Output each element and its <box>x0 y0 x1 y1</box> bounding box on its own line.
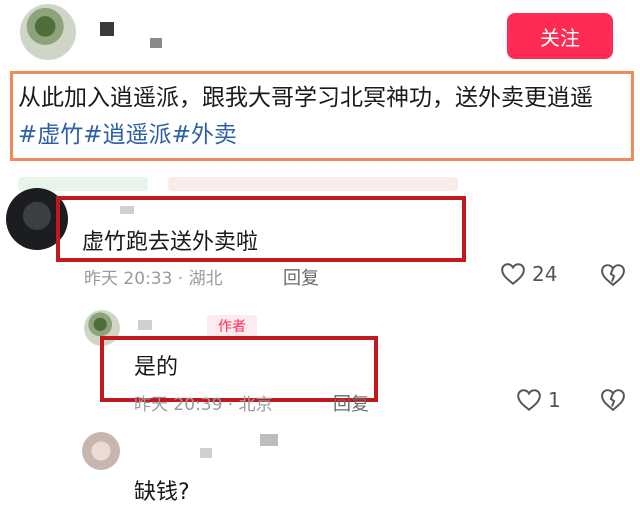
hashtag-xiaoyaopai[interactable]: #逍遥派 <box>83 122 171 148</box>
commenter-avatar[interactable] <box>82 432 120 470</box>
like-count: 1 <box>548 388 561 412</box>
hashtag-waimai[interactable]: #外卖 <box>172 122 237 148</box>
censored-username <box>260 434 278 446</box>
heart-icon <box>517 389 541 412</box>
broken-heart-icon <box>601 264 625 287</box>
like-button[interactable]: 1 <box>516 388 561 412</box>
author-badge: 作者 <box>207 315 257 337</box>
post-caption-text: 从此加入逍遥派，跟我大哥学习北冥神功，送外卖更逍遥 <box>18 85 593 111</box>
comment-text: 虚竹跑去送外卖啦 <box>82 230 259 255</box>
censored-username <box>138 320 152 330</box>
follow-button[interactable]: 关注 <box>507 13 613 59</box>
censored-username <box>100 22 114 36</box>
chip[interactable] <box>168 177 458 191</box>
like-count: 24 <box>532 262 558 286</box>
broken-heart-icon <box>601 389 625 412</box>
related-chips <box>18 177 458 191</box>
dislike-button[interactable] <box>599 388 627 416</box>
censored-username <box>150 38 162 48</box>
reply-button[interactable]: 回复 <box>283 264 319 290</box>
hashtag-xuzhu[interactable]: #虚竹 <box>18 122 83 148</box>
comment-meta: 昨天 20:33 · 湖北 <box>84 269 223 289</box>
reply-button[interactable]: 回复 <box>333 390 369 416</box>
comment-text: 是的 <box>134 355 179 380</box>
comment-meta: 昨天 20:39 · 北京 <box>134 395 273 415</box>
heart-icon <box>501 263 525 286</box>
like-button[interactable]: 24 <box>500 262 557 286</box>
dislike-button[interactable] <box>599 263 627 291</box>
comment-text: 缺钱? <box>134 480 190 505</box>
post-author-avatar[interactable] <box>20 4 76 60</box>
censored-username <box>200 448 212 458</box>
post-caption: 从此加入逍遥派，跟我大哥学习北冥神功，送外卖更逍遥 #虚竹#逍遥派#外卖 <box>18 80 623 154</box>
